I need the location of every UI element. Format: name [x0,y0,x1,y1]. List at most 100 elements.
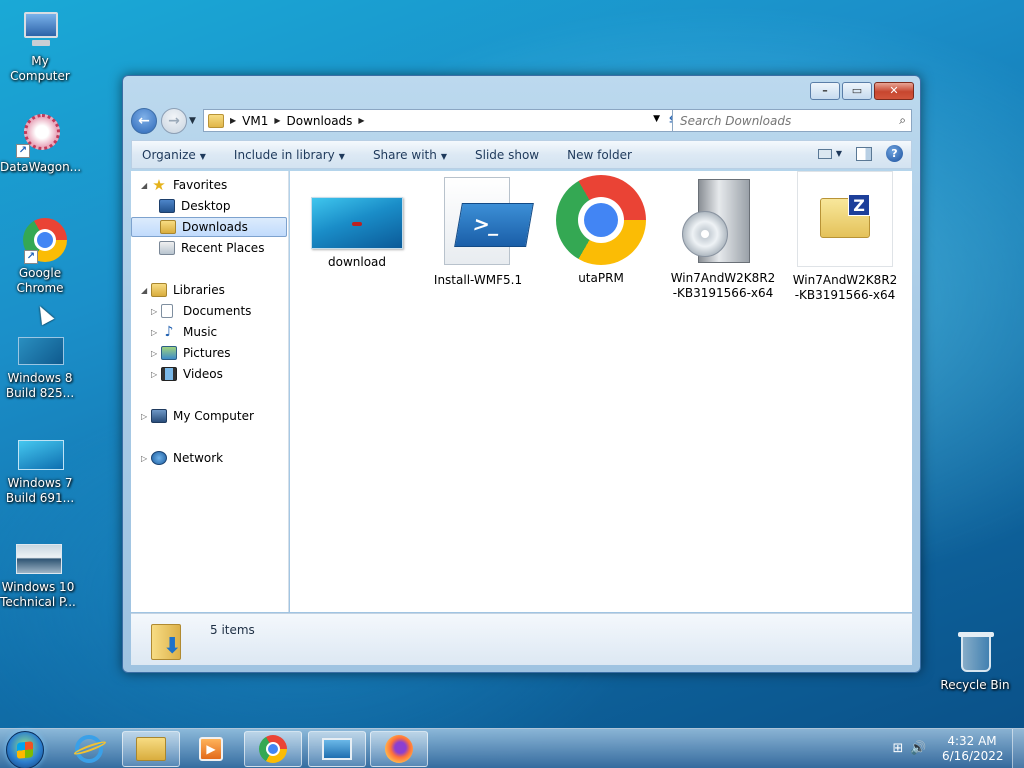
nav-item-label: Pictures [183,346,231,360]
desktop-icon-windows-7[interactable]: Windows 7 Build 691... [0,438,80,506]
documents-icon [161,304,173,318]
desktop-icon-label-line2: Technical P... [0,595,76,609]
desktop-icon-recycle-bin[interactable]: Recycle Bin [935,628,1015,693]
file-item-utaprm[interactable]: utaPRM [546,175,656,286]
expand-arrow-icon[interactable]: ▷ [141,454,151,463]
nav-item-favorites[interactable]: ◢ ★ Favorites [141,175,227,195]
forward-button[interactable]: → [161,108,187,134]
change-view-icon[interactable] [817,148,832,159]
desktop-icon-windows-8[interactable]: Windows 8 Build 825... [0,335,80,401]
shortcut-arrow-icon: ↗ [16,144,30,158]
clock[interactable]: 4:32 AM 6/16/2022 [942,734,1004,764]
search-box: ⌕ [672,109,912,132]
desktop-icon-datawagon[interactable]: ↗ DataWagon... [0,110,81,175]
expand-arrow-icon[interactable]: ▷ [151,370,161,379]
expand-arrow-icon[interactable]: ▷ [151,307,161,316]
breadcrumb-separator-icon[interactable]: ▶ [274,116,280,125]
taskbar-vm-viewer[interactable] [308,731,366,767]
search-input[interactable] [673,110,883,131]
nav-item-desktop[interactable]: Desktop [159,196,231,216]
computer-icon [18,8,62,52]
close-button[interactable]: ✕ [874,82,914,100]
breadcrumb-vm1[interactable]: VM1 [242,114,268,128]
recent-pages-dropdown[interactable]: ▼ [189,116,196,126]
file-item-kb3191566-archive[interactable]: Z Win7AndW2K8R2 -KB3191566-x64 [790,171,900,303]
file-name-line2: -KB3191566-x64 [794,288,896,302]
start-button[interactable] [6,731,44,768]
desktop-icon-label-line2: Chrome [16,281,64,295]
nav-item-label: Music [183,325,218,339]
expand-arrow-icon[interactable]: ▷ [151,328,161,337]
taskbar: ▶ ⊞ 🔊 4:32 AM 6/16/2022 [0,728,1024,768]
breadcrumb-downloads[interactable]: Downloads [287,114,353,128]
nav-item-documents[interactable]: ▷ Documents [151,301,251,321]
desktop-icon-my-computer[interactable]: My Computer [0,8,80,84]
file-name-line1: Win7AndW2K8R2 [792,273,898,287]
arrow-right-icon: → [168,113,180,129]
nav-item-network[interactable]: ▷ Network [141,448,223,468]
minimize-button[interactable]: – [810,82,840,100]
taskbar-media-player[interactable]: ▶ [182,731,240,767]
show-desktop-button[interactable] [1012,729,1024,768]
nav-item-libraries[interactable]: ◢ Libraries [141,280,225,300]
maximize-button[interactable]: ▭ [842,82,872,100]
view-options-dropdown[interactable]: ▼ [836,149,842,158]
collapse-arrow-icon[interactable]: ◢ [141,286,151,295]
file-name-line1: Win7AndW2K8R2 [670,271,776,285]
downloads-folder-icon [160,220,176,234]
new-folder-button[interactable]: New folder [567,148,632,162]
address-history-dropdown[interactable]: ▼ [653,114,660,124]
file-item-install-wmf[interactable]: >_ Install-WMF5.1 [423,171,534,288]
taskbar-firefox[interactable] [370,731,428,767]
zip-archive-icon: Z [797,171,893,267]
pictures-icon [161,346,177,360]
maximize-icon: ▭ [851,84,863,97]
recycle-bin-icon [951,628,999,676]
windows-logo-icon [17,741,33,759]
volume-icon[interactable]: 🔊 [910,741,926,757]
slide-show-button[interactable]: Slide show [475,148,539,162]
nav-item-label: Downloads [182,220,248,234]
explorer-window: – ▭ ✕ ← → ▼ ▶ VM1 ▶ Downloads ▶ ▼ ⇆ ⌕ Or… [122,75,921,673]
downloads-folder-icon: ⬇ [151,620,185,660]
address-bar[interactable]: ▶ VM1 ▶ Downloads ▶ ▼ [203,109,665,132]
nav-item-pictures[interactable]: ▷ Pictures [151,343,231,363]
chrome-icon: ↗ [16,216,67,264]
search-icon[interactable]: ⌕ [899,113,906,128]
view-controls: ▼ ? [817,145,903,162]
shortcut-arrow-icon: ↗ [24,250,38,264]
taskbar-internet-explorer[interactable] [60,731,118,767]
collapse-arrow-icon[interactable]: ◢ [141,181,151,190]
nav-item-my-computer[interactable]: ▷ My Computer [141,406,254,426]
organize-menu[interactable]: Organize ▼ [142,148,206,162]
expand-arrow-icon[interactable]: ▷ [141,412,151,421]
share-with-menu[interactable]: Share with ▼ [373,148,447,162]
taskbar-google-chrome[interactable] [244,731,302,767]
desktop-icon-label-line2: Build 825... [5,386,75,400]
nav-item-downloads[interactable]: Downloads [131,217,287,237]
include-in-library-menu[interactable]: Include in library ▼ [234,148,345,162]
nav-item-label: Recent Places [181,241,265,255]
window-controls: – ▭ ✕ [810,82,914,100]
network-status-icon[interactable]: ⊞ [890,741,906,757]
file-item-kb3191566-installer[interactable]: Win7AndW2K8R2 -KB3191566-x64 [668,175,778,301]
desktop-icon-google-chrome[interactable]: ↗ Google Chrome [0,216,80,296]
minimize-icon: – [822,84,828,97]
help-icon[interactable]: ? [886,145,903,162]
nav-item-label: My Computer [173,409,254,423]
nav-item-recent-places[interactable]: Recent Places [159,238,264,258]
breadcrumb-separator-icon[interactable]: ▶ [358,116,364,125]
breadcrumb-separator-icon[interactable]: ▶ [230,116,236,125]
back-button[interactable]: ← [131,108,157,134]
vm-thumbnail-icon [16,335,64,369]
address-row: ← → ▼ ▶ VM1 ▶ Downloads ▶ ▼ ⇆ ⌕ [131,108,912,134]
file-item-download[interactable]: download [302,197,412,270]
chrome-icon [556,175,646,265]
expand-arrow-icon[interactable]: ▷ [151,349,161,358]
taskbar-windows-explorer[interactable] [122,731,180,767]
desktop-icon-windows-10[interactable]: Windows 10 Technical P... [0,542,78,610]
folder-icon [208,113,224,128]
nav-item-videos[interactable]: ▷ Videos [151,364,223,384]
preview-pane-icon[interactable] [856,146,872,161]
nav-item-music[interactable]: ▷ ♪ Music [151,322,217,342]
